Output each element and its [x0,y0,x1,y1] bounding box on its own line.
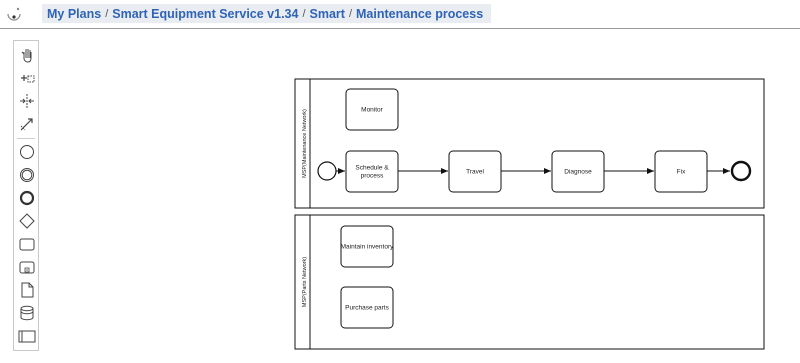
diagram-canvas[interactable]: MSP(Maintenance Network) MSP(Parts Netwo… [0,0,800,363]
end-event[interactable] [730,160,752,182]
pool-label: MSP(Maintenance Network) [302,109,308,178]
task-fix[interactable]: Fix [654,150,708,193]
start-event[interactable] [317,161,337,181]
task-travel[interactable]: Travel [448,150,502,193]
task-label: Monitor [361,107,384,114]
task-label: Purchase parts [345,305,389,312]
pool-label: MSP(Parts Network) [302,257,308,307]
task-purchase-parts[interactable]: Purchase parts [340,286,394,329]
task-maintain-inventory[interactable]: Maintain inventory [340,225,394,268]
task-diagnose[interactable]: Diagnose [551,150,605,193]
task-label: Schedule & [355,165,389,172]
task-monitor[interactable]: Monitor [345,88,399,131]
task-label: process [361,173,385,180]
task-label: Maintain inventory [341,244,394,251]
task-label: Travel [466,169,484,176]
task-label: Diagnose [564,169,592,176]
task-schedule-process[interactable]: Schedule & process [345,150,399,193]
task-label: Fix [677,169,686,176]
